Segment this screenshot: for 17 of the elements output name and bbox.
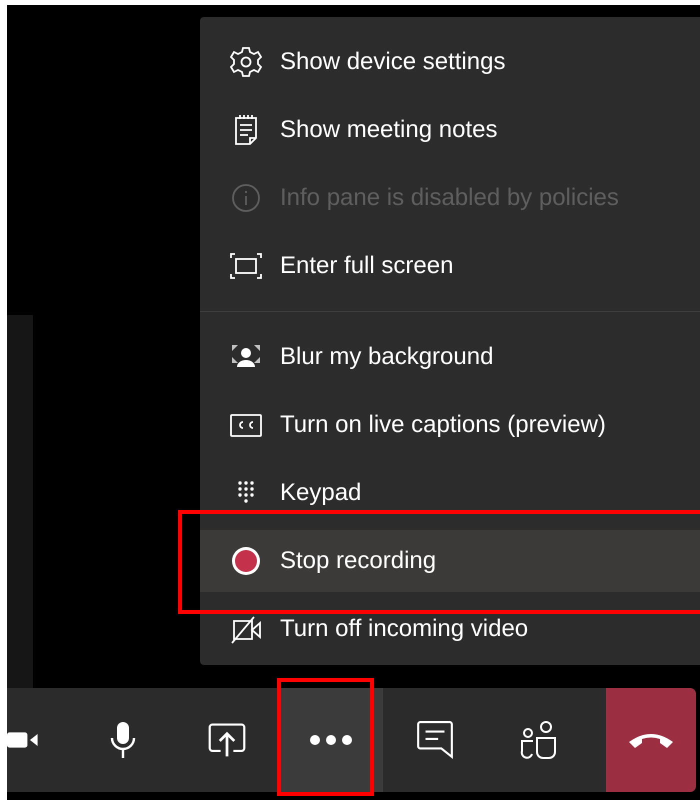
hang-up-button[interactable]: [606, 688, 696, 792]
more-icon: [309, 734, 353, 746]
chat-icon: [415, 720, 455, 760]
menu-item[interactable]: Show device settings: [200, 28, 700, 96]
info-icon: [230, 182, 262, 214]
menu-item[interactable]: Turn off incoming video: [200, 595, 700, 663]
record-icon: [230, 545, 262, 577]
menu-item[interactable]: Stop recording: [200, 530, 700, 592]
menu-item[interactable]: Enter full screen: [200, 232, 700, 300]
fullscreen-icon: [230, 250, 262, 282]
gear-icon: [230, 46, 262, 78]
menu-item[interactable]: Keypad: [200, 459, 700, 527]
people-icon: [519, 720, 559, 760]
more-options-button[interactable]: [279, 688, 383, 792]
menu-item[interactable]: Blur my background: [200, 323, 700, 391]
menu-item[interactable]: Turn on live captions (preview): [200, 391, 700, 459]
menu-item[interactable]: Show meeting notes: [200, 96, 700, 164]
